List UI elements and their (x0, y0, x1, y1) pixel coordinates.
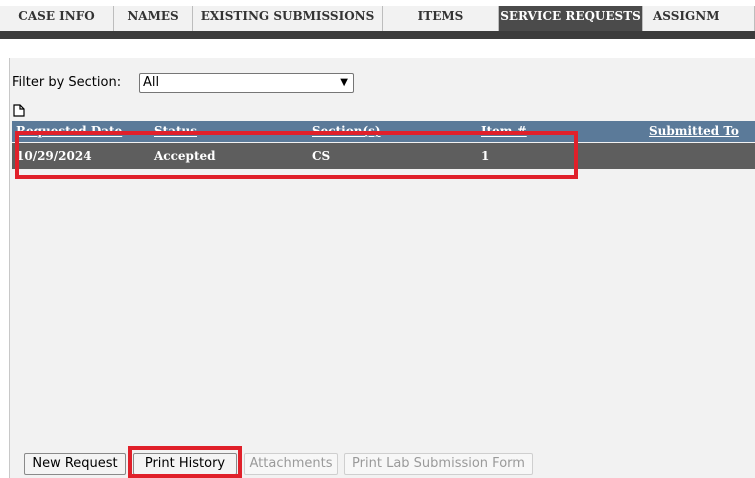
tab-bar: CASE INFO NAMES EXISTING SUBMISSIONS ITE… (0, 0, 755, 31)
new-document-icon[interactable] (13, 104, 25, 117)
filter-selected-value: All (143, 75, 160, 90)
tab-items[interactable]: ITEMS (383, 6, 499, 31)
grid-header: Requested Date Status Section(s) Item # … (12, 121, 755, 142)
cell-sections: CS (312, 149, 331, 163)
column-submitted-to[interactable]: Submitted To (649, 124, 739, 138)
tab-service-requests[interactable]: SERVICE REQUESTS (499, 6, 643, 31)
chevron-down-icon: ▼ (340, 77, 348, 88)
cell-item-number: 1 (481, 149, 490, 163)
print-history-button[interactable]: Print History (133, 453, 237, 475)
column-requested-date[interactable]: Requested Date (16, 124, 122, 138)
tab-names[interactable]: NAMES (114, 6, 193, 31)
cell-requested-date: 10/29/2024 (16, 149, 92, 163)
column-item-number[interactable]: Item # (481, 124, 527, 138)
filter-label: Filter by Section: (12, 75, 122, 90)
tab-case-info[interactable]: CASE INFO (0, 6, 114, 31)
cell-status: Accepted (154, 149, 216, 163)
column-status[interactable]: Status (154, 124, 197, 138)
filter-section-select[interactable]: All ▼ (139, 73, 354, 93)
tab-assignments[interactable]: ASSIGNM (643, 6, 755, 31)
column-sections[interactable]: Section(s) (312, 124, 381, 138)
new-request-button[interactable]: New Request (24, 453, 126, 475)
tab-existing-submissions[interactable]: EXISTING SUBMISSIONS (193, 6, 383, 31)
tab-underline (0, 31, 755, 39)
attachments-button[interactable]: Attachments (244, 453, 338, 475)
table-row[interactable]: 10/29/2024 Accepted CS 1 (12, 143, 755, 169)
print-lab-submission-form-button[interactable]: Print Lab Submission Form (344, 453, 533, 475)
